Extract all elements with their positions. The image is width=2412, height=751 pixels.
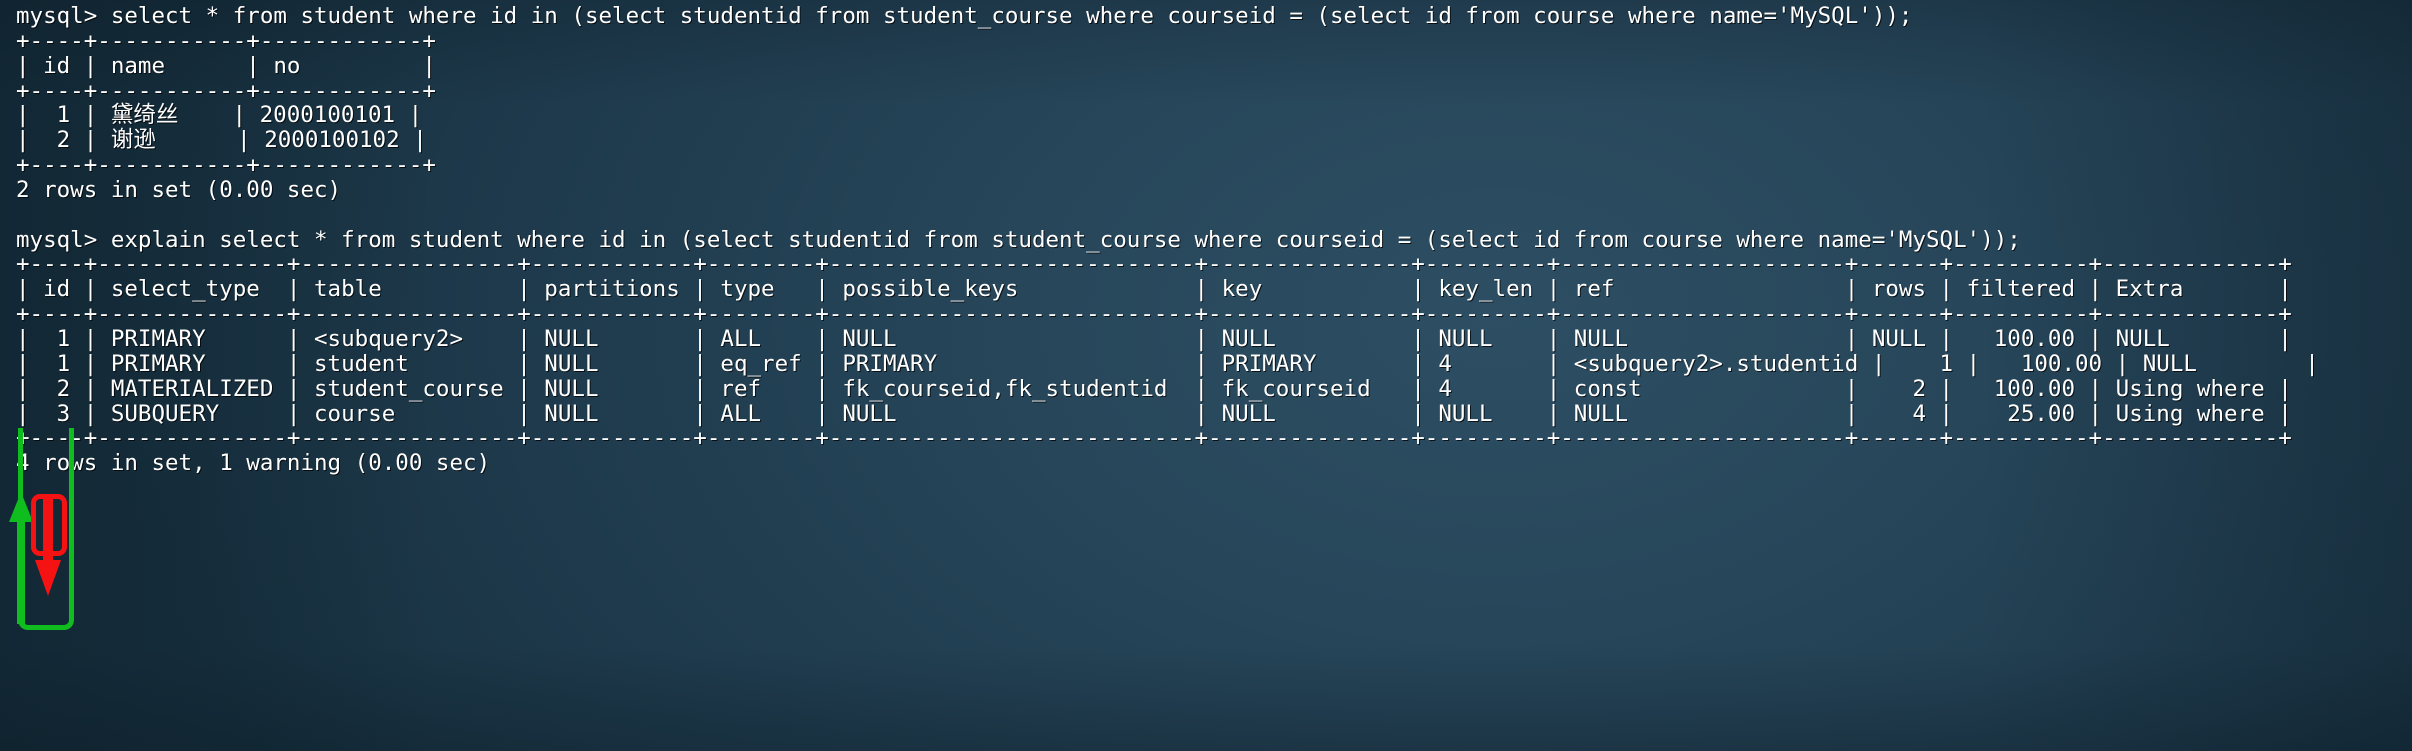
terminal-line-13: | 1 | PRIMARY | <subquery2> | NULL | ALL… (16, 325, 2292, 352)
terminal-line-10: +----+--------------+----------------+--… (16, 251, 2292, 278)
terminal-line-2: | id | name | no | (16, 52, 436, 79)
terminal-line-17: +----+--------------+----------------+--… (16, 425, 2292, 452)
terminal-line-3: +----+-----------+------------+ (16, 77, 436, 104)
terminal-line-15: | 2 | MATERIALIZED | student_course | NU… (16, 375, 2292, 402)
terminal-line-9: mysql> explain select * from student whe… (16, 226, 2021, 253)
terminal-line-8 (16, 203, 2412, 228)
red-down-arrow-icon (34, 498, 62, 596)
terminal-output[interactable]: mysql> select * from student where id in… (0, 0, 2412, 476)
terminal-line-14: | 1 | PRIMARY | student | NULL | eq_ref … (16, 350, 2319, 377)
terminal-line-7: 2 rows in set (0.00 sec) (16, 176, 342, 203)
terminal-line-18: 4 rows in set, 1 warning (0.00 sec) (16, 450, 491, 477)
terminal-screen: mysql> select * from student where id in… (0, 0, 2412, 751)
terminal-line-5: | 2 | 谢逊 | 2000100102 | (16, 127, 427, 154)
terminal-line-11: | id | select_type | table | partitions … (16, 276, 2292, 303)
terminal-line-12: +----+--------------+----------------+--… (16, 301, 2292, 328)
terminal-line-0: mysql> select * from student where id in… (16, 3, 1913, 29)
terminal-line-4: | 1 | 黛绮丝 | 2000100101 | (16, 102, 423, 129)
terminal-line-16: | 3 | SUBQUERY | course | NULL | ALL | N… (16, 400, 2292, 427)
green-up-arrow-icon (8, 492, 34, 624)
terminal-line-1: +----+-----------+------------+ (16, 27, 436, 54)
red-highlight-box-annotation (31, 494, 67, 556)
terminal-line-6: +----+-----------+------------+ (16, 152, 436, 179)
